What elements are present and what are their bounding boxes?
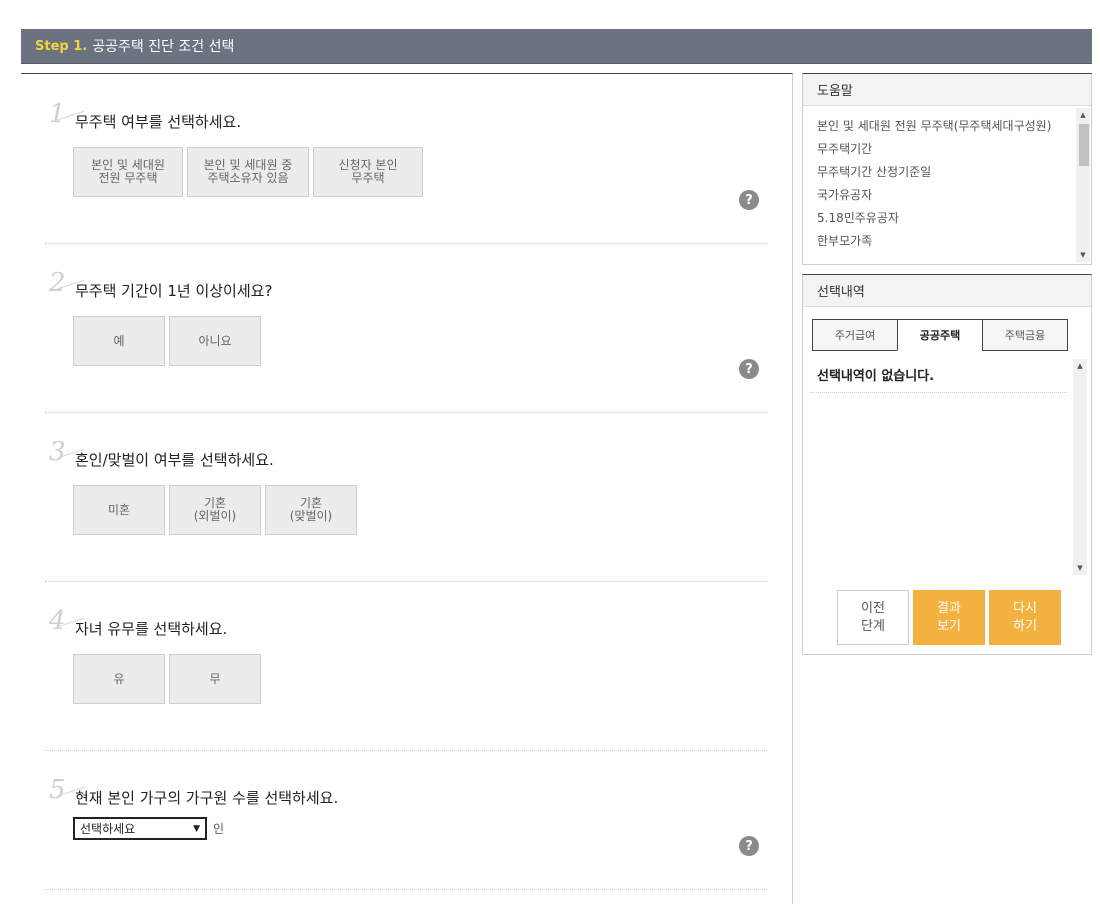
option-married-single-income[interactable]: 기혼 (외벌이) — [169, 485, 261, 535]
scroll-thumb[interactable] — [1079, 124, 1089, 166]
scroll-down-icon[interactable]: ▼ — [1073, 561, 1087, 575]
help-item[interactable]: 무주택기간 산정기준일 — [817, 166, 1061, 179]
question-4: 4 자녀 유무를 선택하세요. 유 무 — [45, 606, 767, 751]
question-title: 자녀 유무를 선택하세요. — [75, 620, 228, 638]
option-group: 유 무 — [73, 654, 261, 704]
scroll-down-icon[interactable]: ▼ — [1076, 248, 1090, 262]
help-list[interactable]: 본인 및 세대원 전원 무주택(무주택세대구성원) 무주택기간 무주택기간 산정… — [803, 106, 1091, 264]
selection-content: 선택내역이 없습니다. ▲ ▼ — [811, 359, 1087, 575]
option-group: 예 아니요 — [73, 316, 261, 366]
help-box: 도움말 본인 및 세대원 전원 무주택(무주택세대구성원) 무주택기간 무주택기… — [802, 73, 1092, 265]
tab-housing-benefit[interactable]: 주거급여 — [812, 319, 898, 351]
question-2: 2 무주택 기간이 1년 이상이세요? 예 아니요 ? — [45, 268, 767, 413]
unit-label: 인 — [213, 822, 225, 836]
selection-box: 선택내역 주거급여 공공주택 주택금융 선택내역이 없습니다. ▲ ▼ 이전 단… — [802, 274, 1092, 655]
scroll-up-icon[interactable]: ▲ — [1076, 108, 1090, 122]
question-panel: 1 무주택 여부를 선택하세요. 본인 및 세대원 전원 무주택 본인 및 세대… — [21, 73, 793, 904]
question-title: 현재 본인 가구의 가구원 수를 선택하세요. — [75, 789, 339, 807]
help-item[interactable]: 국가유공자 — [817, 189, 1061, 202]
help-icon[interactable]: ? — [739, 836, 759, 856]
select-value: 선택하세요 — [80, 822, 136, 836]
help-scrollbar[interactable]: ▲ ▼ — [1076, 108, 1090, 262]
option-group: 미혼 기혼 (외벌이) 기혼 (맞벌이) — [73, 485, 357, 535]
help-item[interactable]: 무주택기간 — [817, 143, 1061, 156]
help-icon[interactable]: ? — [739, 359, 759, 379]
help-box-title: 도움말 — [803, 74, 1091, 106]
action-buttons: 이전 단계 결과 보기 다시 하기 — [837, 590, 1061, 645]
household-size-select[interactable]: 선택하세요 ▼ — [73, 817, 207, 840]
selection-box-title: 선택내역 — [803, 275, 1091, 307]
question-title: 무주택 여부를 선택하세요. — [75, 113, 242, 131]
chevron-down-icon: ▼ — [193, 823, 200, 834]
selection-scrollbar[interactable]: ▲ ▼ — [1073, 359, 1087, 575]
help-item[interactable]: 본인 및 세대원 전원 무주택(무주택세대구성원) — [817, 120, 1061, 133]
question-title: 혼인/맞벌이 여부를 선택하세요. — [75, 451, 274, 469]
selection-empty-text: 선택내역이 없습니다. — [811, 359, 1067, 393]
scroll-up-icon[interactable]: ▲ — [1073, 359, 1087, 373]
restart-button[interactable]: 다시 하기 — [989, 590, 1061, 645]
household-size-field: 선택하세요 ▼ 인 — [73, 817, 224, 840]
help-item[interactable]: 한부모가족 — [817, 235, 1061, 248]
option-has-children[interactable]: 유 — [73, 654, 165, 704]
option-no[interactable]: 아니요 — [169, 316, 261, 366]
selection-tabs: 주거급여 공공주택 주택금융 — [812, 319, 1068, 351]
question-title: 무주택 기간이 1년 이상이세요? — [75, 282, 273, 300]
option-all-homeless[interactable]: 본인 및 세대원 전원 무주택 — [73, 147, 183, 197]
step-header: Step 1. 공공주택 진단 조건 선택 — [21, 29, 1092, 64]
help-item[interactable]: 5.18민주유공자 — [817, 212, 1061, 225]
view-result-button[interactable]: 결과 보기 — [913, 590, 985, 645]
option-married-dual-income[interactable]: 기혼 (맞벌이) — [265, 485, 357, 535]
option-applicant-homeless[interactable]: 신청자 본인 무주택 — [313, 147, 423, 197]
option-yes[interactable]: 예 — [73, 316, 165, 366]
option-group: 본인 및 세대원 전원 무주택 본인 및 세대원 중 주택소유자 있음 신청자 … — [73, 147, 423, 197]
tab-public-housing[interactable]: 공공주택 — [897, 319, 983, 351]
option-no-children[interactable]: 무 — [169, 654, 261, 704]
tab-housing-finance[interactable]: 주택금융 — [982, 319, 1068, 351]
question-3: 3 혼인/맞벌이 여부를 선택하세요. 미혼 기혼 (외벌이) 기혼 (맞벌이) — [45, 437, 767, 582]
question-1: 1 무주택 여부를 선택하세요. 본인 및 세대원 전원 무주택 본인 및 세대… — [45, 99, 767, 244]
question-5: 5 현재 본인 가구의 가구원 수를 선택하세요. 선택하세요 ▼ 인 ? — [45, 775, 767, 890]
step-title: 공공주택 진단 조건 선택 — [92, 39, 235, 55]
option-household-owner[interactable]: 본인 및 세대원 중 주택소유자 있음 — [187, 147, 309, 197]
prev-step-button[interactable]: 이전 단계 — [837, 590, 909, 645]
option-single[interactable]: 미혼 — [73, 485, 165, 535]
step-label: Step 1. — [35, 38, 88, 54]
help-icon[interactable]: ? — [739, 190, 759, 210]
